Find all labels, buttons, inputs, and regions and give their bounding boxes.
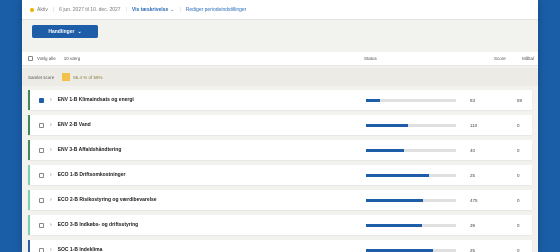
chevron-right-icon[interactable]: ›	[50, 97, 52, 103]
chevron-down-icon[interactable]: ⌄	[170, 7, 174, 13]
chevron-right-icon[interactable]: ›	[50, 197, 52, 203]
select-all-checkbox[interactable]	[28, 56, 33, 61]
scope-dropdown[interactable]: Vis tæskrivelse	[132, 7, 168, 13]
table-row[interactable]: › ECO 1-B Driftsomkostninger 25 0	[28, 165, 532, 185]
row-target: 0	[517, 122, 520, 128]
row-score: 39	[470, 222, 476, 228]
row-target: 0	[517, 222, 520, 228]
row-target: 0	[517, 147, 520, 153]
actions-button[interactable]: Handlinger ⌄	[32, 25, 98, 38]
column-status: Status	[364, 56, 377, 61]
chevron-right-icon[interactable]: ›	[50, 172, 52, 178]
divider: |	[125, 6, 127, 13]
progress-bar	[366, 173, 456, 177]
chevron-right-icon[interactable]: ›	[50, 222, 52, 228]
row-score: 25	[470, 172, 476, 178]
table-row[interactable]: › ECO 2-B Risikostyring og værdibevarelse…	[28, 190, 532, 210]
progress-fill	[366, 198, 423, 202]
criterion-name: ENV 2-B Vand	[57, 122, 91, 128]
row-checkbox[interactable]	[39, 247, 44, 252]
status-label: Aktiv	[37, 6, 48, 13]
row-score: 475	[470, 197, 478, 203]
edit-period-link[interactable]: Rediger periodeindstillinger	[186, 7, 247, 13]
period-label: 6 jun. 2027 til 10. dec. 2027	[59, 6, 121, 13]
divider: |	[52, 6, 55, 13]
progress-fill	[366, 223, 422, 227]
row-checkbox[interactable]	[39, 222, 44, 228]
progress-fill	[366, 123, 409, 127]
actions-label: Handlinger	[48, 28, 75, 35]
row-checkbox[interactable]	[39, 197, 44, 203]
criterion-name: ECO 3-B Indkøbs- og driftsstyring	[57, 222, 139, 228]
total-score-label: Samlet score	[28, 74, 55, 80]
table-row[interactable]: › ENV 1-B Klimaindsats og energi 83 59	[28, 90, 532, 110]
criterion-name: ECO 1-B Driftsomkostninger	[57, 172, 126, 178]
top-bar: Aktiv | 6 jun. 2027 til 10. dec. 2027 | …	[22, 0, 538, 20]
divider: |	[179, 6, 181, 13]
row-count: 10 værg	[63, 56, 81, 61]
criterion-name: ECO 2-B Risikostyring og værdibevarelse	[57, 197, 157, 203]
progress-fill	[366, 173, 429, 177]
chevron-right-icon[interactable]: ›	[50, 247, 52, 252]
progress-bar	[366, 148, 456, 152]
column-target: Måltal	[522, 56, 535, 61]
row-score: 25	[470, 247, 476, 252]
row-checkbox[interactable]	[39, 147, 44, 153]
progress-fill	[366, 98, 380, 102]
table-header: Vælg alle 10 værg Status Score Måltal	[22, 52, 538, 66]
row-score: 110	[470, 122, 478, 128]
chevron-down-icon: ⌄	[77, 28, 82, 35]
criterion-name: ENV 3-B Affaldshåndtering	[57, 147, 122, 153]
row-target: 0	[517, 247, 520, 252]
table-row[interactable]: › ENV 3-B Affaldshåndtering 40 0	[28, 140, 532, 160]
row-target: 59	[517, 97, 523, 103]
progress-bar	[366, 98, 456, 102]
progress-bar	[366, 223, 456, 227]
row-target: 0	[517, 197, 520, 203]
table-row[interactable]: › ECO 3-B Indkøbs- og driftsstyring 39 0	[28, 215, 532, 235]
row-score: 83	[470, 97, 476, 103]
row-checkbox[interactable]	[39, 122, 44, 128]
progress-bar	[366, 248, 456, 252]
criterion-name: ENV 1-B Klimaindsats og energi	[57, 97, 134, 103]
total-score-row: Samlet score 56.4 % of 65%	[22, 68, 538, 86]
status-dot-icon	[30, 7, 34, 12]
progress-fill	[366, 148, 404, 152]
row-score: 40	[470, 147, 476, 153]
row-checkbox[interactable]	[39, 172, 44, 178]
score-chart-icon	[62, 73, 71, 81]
table-row[interactable]: › ENV 2-B Vand 110 0	[28, 115, 532, 135]
chevron-right-icon[interactable]: ›	[50, 122, 52, 128]
progress-bar	[366, 123, 456, 127]
chevron-right-icon[interactable]: ›	[50, 147, 52, 153]
progress-fill	[366, 248, 433, 252]
table-row[interactable]: › SOC 1-B Indeklima 25 0	[28, 240, 532, 252]
row-target: 0	[517, 172, 520, 178]
row-checkbox[interactable]	[39, 97, 44, 103]
progress-bar	[366, 198, 456, 202]
column-score: Score	[494, 56, 506, 61]
criterion-name: SOC 1-B Indeklima	[57, 247, 103, 252]
main-panel: Aktiv | 6 jun. 2027 til 10. dec. 2027 | …	[22, 0, 538, 252]
total-score-value: 56.4 % of 65%	[73, 74, 103, 80]
select-all-label: Vælg alle	[37, 56, 56, 61]
